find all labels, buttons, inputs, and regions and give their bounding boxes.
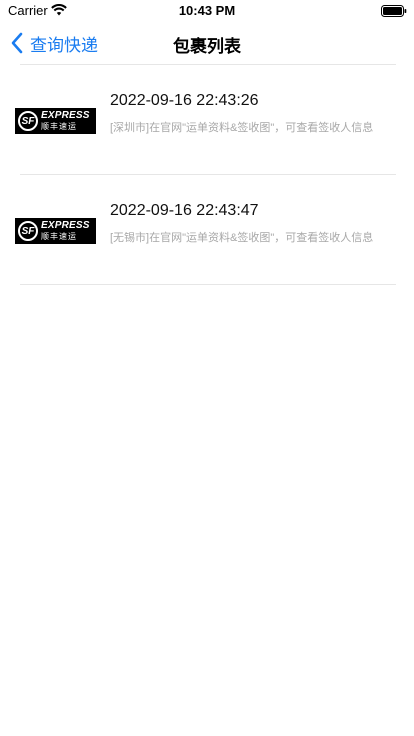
page-title: 包裹列表 [173, 37, 241, 56]
parcel-list: SF EXPRESS 顺丰速运 2022-09-16 22:43:26 [深圳市… [0, 64, 414, 285]
sf-logo-mark: SF [18, 111, 38, 131]
navigation-bar: 查询快递 包裹列表 [0, 22, 414, 64]
parcel-item[interactable]: SF EXPRESS 顺丰速运 2022-09-16 22:43:26 [深圳市… [0, 65, 414, 174]
logo-name-en: EXPRESS [41, 110, 90, 121]
logo-name-en: EXPRESS [41, 220, 90, 231]
logo-name-cn: 顺丰速运 [41, 122, 77, 131]
sf-express-logo: SF EXPRESS 顺丰速运 [15, 108, 96, 134]
status-time: 10:43 PM [178, 3, 236, 18]
battery-icon [381, 5, 407, 17]
divider [20, 284, 396, 285]
sf-logo-mark: SF [18, 221, 38, 241]
logo-name-cn: 顺丰速运 [41, 232, 77, 241]
status-bar: Carrier 10:43 PM [0, 0, 414, 22]
parcel-time: 2022-09-16 22:43:26 [110, 92, 259, 109]
parcel-description: [无锡市]在官网"运单资料&签收图"，可查看签收人信息 [110, 232, 374, 244]
sf-express-logo: SF EXPRESS 顺丰速运 [15, 218, 96, 244]
parcel-time: 2022-09-16 22:43:47 [110, 202, 259, 219]
parcel-description: [深圳市]在官网"运单资料&签收图"，可查看签收人信息 [110, 122, 374, 134]
parcel-item[interactable]: SF EXPRESS 顺丰速运 2022-09-16 22:43:47 [无锡市… [0, 175, 414, 284]
